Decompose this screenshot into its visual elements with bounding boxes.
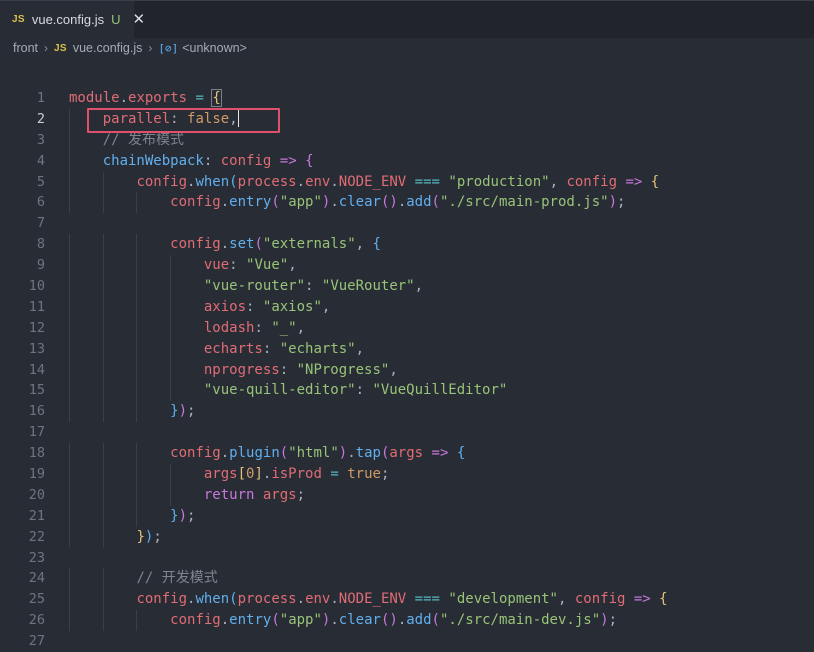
- line-code[interactable]: module.exports = {: [69, 88, 222, 109]
- line-code[interactable]: config.entry("app").clear().add("./src/m…: [69, 192, 625, 214]
- line-code[interactable]: "vue-router": "VueRouter",: [69, 276, 423, 297]
- line-code[interactable]: axios: "axios",: [69, 296, 330, 318]
- line-number: 15: [28, 382, 45, 399]
- line-code[interactable]: config.when(process.env.NODE_ENV === "de…: [69, 589, 668, 611]
- highlight-annotation-box: [87, 108, 280, 133]
- code-line[interactable]: 24 // 开发模式: [0, 568, 814, 590]
- code-line[interactable]: 20 return args;: [0, 484, 814, 506]
- untracked-status-badge: U: [111, 12, 121, 27]
- code-line[interactable]: 5 config.when(process.env.NODE_ENV === "…: [0, 171, 814, 193]
- line-code[interactable]: vue: "Vue",: [69, 255, 297, 277]
- symbol-variable-icon: [⊘]: [158, 41, 179, 55]
- breadcrumb-symbol[interactable]: <unknown>: [182, 41, 247, 55]
- code-line[interactable]: 26 config.entry("app").clear().add("./sr…: [0, 610, 814, 632]
- code-line[interactable]: 13 echarts: "echarts",: [0, 338, 814, 360]
- code-line[interactable]: 19 args[0].isProd = true;: [0, 464, 814, 485]
- line-number: 3: [36, 131, 45, 148]
- line-number: 25: [28, 591, 45, 608]
- line-code[interactable]: "vue-quill-editor": "VueQuillEditor": [69, 380, 507, 402]
- line-code[interactable]: });: [69, 401, 195, 423]
- code-line[interactable]: 7: [0, 213, 814, 234]
- code-line[interactable]: 18 config.plugin("html").tap(args => {: [0, 443, 814, 465]
- code-line[interactable]: 4 chainWebpack: config => {: [0, 150, 814, 172]
- line-number: 5: [36, 173, 45, 190]
- line-code[interactable]: });: [69, 526, 162, 548]
- code-line[interactable]: 15 "vue-quill-editor": "VueQuillEditor": [0, 380, 814, 402]
- breadcrumb-file[interactable]: vue.config.js: [73, 41, 142, 55]
- line-number: 8: [36, 236, 45, 253]
- line-number: 27: [28, 633, 45, 650]
- line-number: 22: [28, 528, 45, 545]
- js-file-icon: JS: [12, 14, 25, 25]
- line-number: 26: [28, 612, 45, 629]
- line-number: 16: [28, 403, 45, 420]
- breadcrumb-folder[interactable]: front: [13, 41, 38, 55]
- line-code[interactable]: args[0].isProd = true;: [69, 464, 389, 485]
- code-line[interactable]: 9 vue: "Vue",: [0, 255, 814, 277]
- line-number: 2: [36, 110, 45, 127]
- code-line[interactable]: 22 });: [0, 526, 814, 548]
- code-line[interactable]: 8 config.set("externals", {: [0, 234, 814, 256]
- line-code[interactable]: config.plugin("html").tap(args => {: [69, 443, 465, 465]
- code-editor[interactable]: 1 module.exports = { 2 parallel: false, 3…: [0, 88, 814, 652]
- line-code[interactable]: config.when(process.env.NODE_ENV === "pr…: [69, 171, 659, 193]
- js-file-icon: JS: [54, 42, 67, 54]
- code-line[interactable]: 21 });: [0, 505, 814, 527]
- line-number: 7: [36, 215, 45, 232]
- code-line[interactable]: 1 module.exports = {: [0, 88, 814, 109]
- tab-title: vue.config.js: [31, 12, 105, 27]
- line-code[interactable]: chainWebpack: config => {: [69, 150, 314, 172]
- line-code[interactable]: });: [69, 505, 195, 527]
- close-icon[interactable]: ✕: [133, 12, 146, 27]
- code-line[interactable]: 12 lodash: "_",: [0, 317, 814, 339]
- code-line[interactable]: 23: [0, 548, 814, 569]
- line-number: 11: [28, 298, 45, 315]
- chevron-right-icon: ›: [148, 41, 153, 55]
- line-number: 24: [28, 570, 45, 587]
- line-number: 19: [28, 466, 45, 483]
- line-code[interactable]: config.entry("app").clear().add("./src/m…: [69, 610, 617, 632]
- line-number: 23: [28, 549, 45, 566]
- code-line[interactable]: 14 nprogress: "NProgress",: [0, 359, 814, 381]
- code-line[interactable]: 11 axios: "axios",: [0, 296, 814, 318]
- line-number: 6: [36, 194, 45, 211]
- breadcrumb: front › JS vue.config.js › [⊘] <unknown>: [13, 38, 247, 58]
- chevron-right-icon: ›: [44, 41, 49, 55]
- code-line[interactable]: 27: [0, 631, 814, 652]
- line-code[interactable]: config.set("externals", {: [69, 234, 381, 256]
- line-code[interactable]: return args;: [69, 484, 305, 506]
- code-line[interactable]: 25 config.when(process.env.NODE_ENV === …: [0, 589, 814, 611]
- line-number: 4: [36, 152, 45, 169]
- code-line[interactable]: 17: [0, 422, 814, 443]
- line-number: 1: [36, 90, 45, 106]
- line-number: 14: [28, 361, 45, 378]
- line-number: 20: [28, 486, 45, 503]
- line-number: 21: [28, 507, 45, 524]
- line-code[interactable]: // 开发模式: [69, 568, 218, 590]
- line-number: 13: [28, 340, 45, 357]
- code-line[interactable]: 6 config.entry("app").clear().add("./src…: [0, 192, 814, 214]
- line-number: 18: [28, 445, 45, 462]
- editor-tab-vue-config[interactable]: JS vue.config.js U ✕: [0, 1, 145, 38]
- line-code[interactable]: echarts: "echarts",: [69, 338, 364, 360]
- line-number: 10: [28, 278, 45, 295]
- line-number: 17: [28, 424, 45, 441]
- code-line[interactable]: 16 });: [0, 401, 814, 423]
- line-number: 9: [36, 257, 45, 274]
- code-line[interactable]: 10 "vue-router": "VueRouter",: [0, 276, 814, 297]
- tab-bar: JS vue.config.js U ✕: [0, 0, 814, 38]
- line-code[interactable]: nprogress: "NProgress",: [69, 359, 398, 381]
- line-code[interactable]: lodash: "_",: [69, 317, 305, 339]
- line-number: 12: [28, 319, 45, 336]
